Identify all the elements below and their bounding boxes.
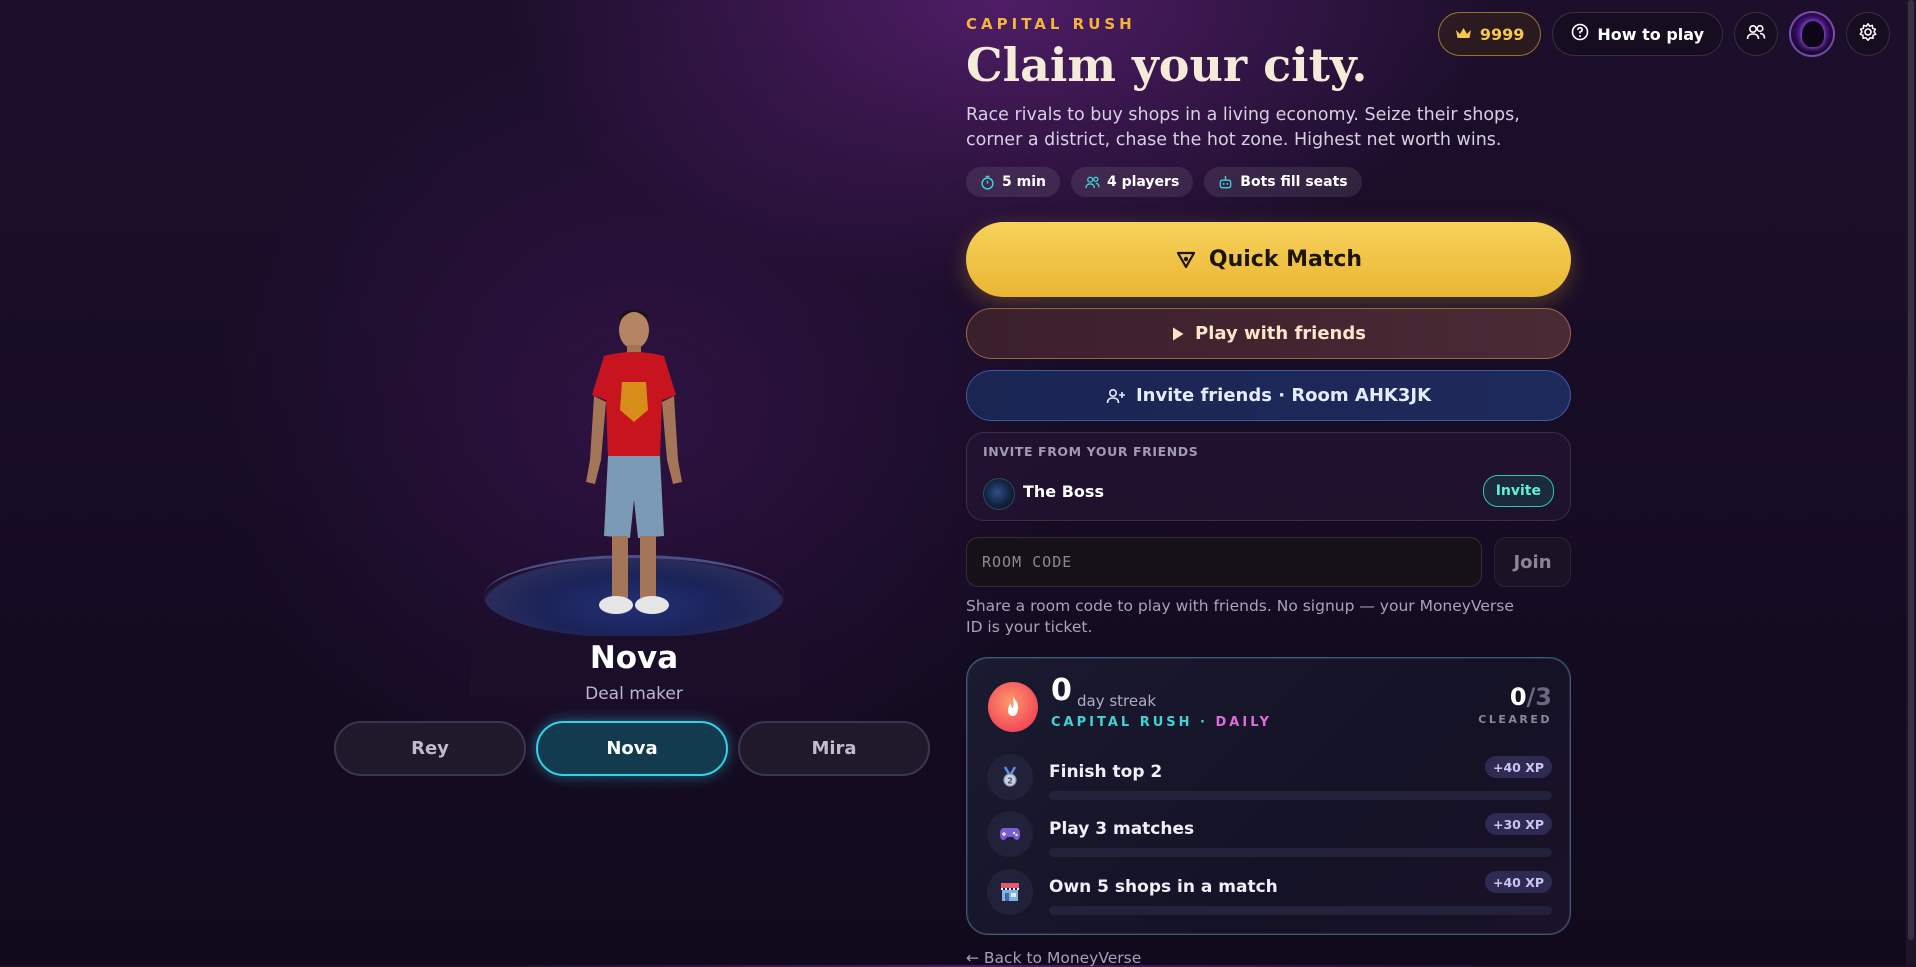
play-with-friends-button[interactable]: Play with friends xyxy=(966,308,1571,359)
gear-icon xyxy=(1858,22,1878,46)
quest-item: Play 3 matches +30 XP xyxy=(987,811,1552,863)
quick-match-button[interactable]: Quick Match xyxy=(966,222,1571,297)
invite-friends-panel: INVITE FROM YOUR FRIENDS The Boss Invite xyxy=(966,432,1571,521)
friend-invite-button[interactable]: Invite xyxy=(1482,475,1554,507)
user-plus-icon xyxy=(1106,388,1125,403)
character-option-mira[interactable]: Mira xyxy=(738,721,930,776)
page-scrollbar[interactable] xyxy=(1906,0,1916,965)
character-option-rey[interactable]: Rey xyxy=(334,721,526,776)
help-circle-icon xyxy=(1571,23,1589,45)
game-description: Race rivals to buy shops in a living eco… xyxy=(966,105,1520,150)
friends-button[interactable] xyxy=(1734,12,1778,56)
timer-icon xyxy=(981,175,994,190)
invite-friends-label: Invite friends · Room AHK3JK xyxy=(1135,385,1432,406)
room-code-help: Share a room code to play with friends. … xyxy=(966,597,1514,636)
quest-name: Own 5 shops in a match xyxy=(1049,877,1278,897)
room-code-input[interactable] xyxy=(966,537,1482,587)
character-model[interactable] xyxy=(564,300,704,630)
streak-label: day streak xyxy=(1077,692,1156,710)
chip-players: 4 players xyxy=(1070,167,1194,197)
daily-tag: CAPITAL RUSH · DAILY xyxy=(1051,715,1272,730)
daily-tag-separator: · xyxy=(1192,715,1216,730)
flame-icon xyxy=(988,682,1038,732)
quest-progress-bar xyxy=(1049,906,1552,915)
join-button[interactable]: Join xyxy=(1494,537,1571,587)
play-icon xyxy=(1173,327,1184,340)
quest-xp-badge: +40 XP xyxy=(1484,756,1552,778)
users-icon xyxy=(1746,23,1766,45)
chip-bots-label: Bots fill seats xyxy=(1240,174,1348,190)
daily-challenges-card: 0 day streak CAPITAL RUSH · DAILY 0/3 CL… xyxy=(966,657,1571,935)
swords-icon xyxy=(1176,251,1195,268)
quest-progress-bar xyxy=(1049,848,1552,857)
cleared-counter: 0/3 CLEARED xyxy=(1478,683,1552,726)
quest-xp-badge: +30 XP xyxy=(1484,813,1552,835)
game-eyebrow: CAPITAL RUSH xyxy=(966,15,1136,33)
avatar xyxy=(983,478,1015,510)
quest-name: Play 3 matches xyxy=(1049,819,1195,839)
how-to-play-button[interactable]: How to play xyxy=(1552,12,1723,56)
quick-match-label: Quick Match xyxy=(1208,247,1363,272)
users-icon xyxy=(1085,176,1100,188)
character-option-nova[interactable]: Nova xyxy=(536,721,728,776)
settings-button[interactable] xyxy=(1846,12,1890,56)
cleared-total: /3 xyxy=(1526,683,1552,711)
daily-tag-game: CAPITAL RUSH xyxy=(1051,715,1193,730)
game-info-chips: 5 min 4 players Bots fill seats xyxy=(966,167,1571,197)
cleared-value: 0 xyxy=(1509,683,1527,711)
page-title: Claim your city. xyxy=(966,38,1368,92)
character-selector: Rey Nova Mira xyxy=(334,721,930,776)
chip-players-label: 4 players xyxy=(1106,174,1180,190)
character-role: Deal maker xyxy=(585,684,683,704)
invite-friends-heading: INVITE FROM YOUR FRIENDS xyxy=(983,444,1199,459)
streak-count: 0 xyxy=(1051,673,1072,708)
character-name: Nova xyxy=(589,640,679,676)
medal-icon: 2 xyxy=(987,754,1033,800)
profile-avatar-button[interactable] xyxy=(1789,11,1835,57)
quest-item: Own 5 shops in a match +40 XP xyxy=(987,869,1552,921)
how-to-play-label: How to play xyxy=(1597,24,1704,44)
back-to-moneyverse-link[interactable]: ← Back to MoneyVerse xyxy=(966,949,1141,967)
friend-name: The Boss xyxy=(1023,482,1104,501)
quest-progress-bar xyxy=(1049,791,1552,800)
invite-friends-button[interactable]: Invite friends · Room AHK3JK xyxy=(966,370,1571,421)
quest-name: Finish top 2 xyxy=(1049,762,1163,782)
svg-text:2: 2 xyxy=(1007,777,1013,786)
shop-icon xyxy=(987,869,1033,915)
scrollbar-thumb[interactable] xyxy=(1908,0,1914,940)
robot-icon xyxy=(1219,175,1232,188)
quest-item: 2 Finish top 2 +40 XP xyxy=(987,754,1552,806)
cleared-label: CLEARED xyxy=(1478,713,1552,726)
play-with-friends-label: Play with friends xyxy=(1195,323,1366,344)
daily-tag-daily: DAILY xyxy=(1215,715,1272,730)
chip-duration: 5 min xyxy=(966,167,1060,197)
chip-duration-label: 5 min xyxy=(1002,174,1046,190)
chip-bots: Bots fill seats xyxy=(1204,167,1362,197)
quest-xp-badge: +40 XP xyxy=(1484,871,1552,893)
gamepad-icon xyxy=(987,811,1033,857)
